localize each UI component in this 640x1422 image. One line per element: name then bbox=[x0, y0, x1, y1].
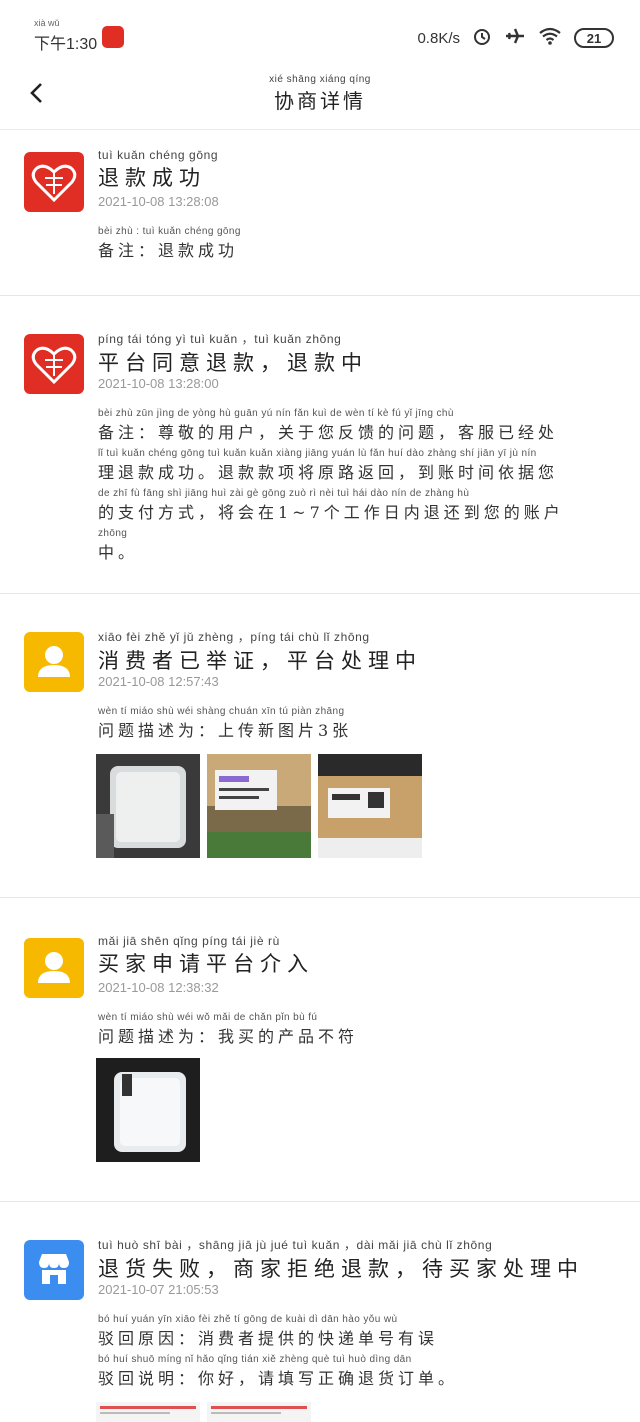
event-title-text: 买家申请平台介入 bbox=[98, 952, 314, 976]
note-text: 中。 bbox=[98, 543, 139, 562]
user-icon bbox=[24, 938, 84, 998]
description-pinyin: wèn tí miáo shù wéi wǒ mǎi de chǎn pǐn b… bbox=[98, 1012, 318, 1023]
note-pinyin: zhōng bbox=[98, 528, 128, 539]
event-time: 2021-10-08 13:28:00 bbox=[98, 376, 219, 391]
note-pinyin: bèi zhù : tuì kuǎn chéng gōng bbox=[98, 226, 241, 237]
evidence-image[interactable] bbox=[207, 1402, 311, 1422]
event-description: wèn tí miáo shù wéi shàng chuán xīn tú p… bbox=[98, 706, 606, 741]
evidence-image[interactable] bbox=[207, 754, 311, 858]
description-pinyin: wèn tí miáo shù wéi shàng chuán xīn tú p… bbox=[98, 706, 345, 717]
event-note-line: lǐ tuì kuǎn chéng gōng tuì kuǎn kuǎn xià… bbox=[98, 448, 606, 483]
event-time: 2021-10-08 13:28:08 bbox=[98, 194, 219, 209]
event-title-text: 消费者已举证，平台处理中 bbox=[98, 649, 422, 673]
event-note-line: de zhī fù fāng shì jiāng huì zài gè gōng… bbox=[98, 488, 606, 523]
store-icon bbox=[24, 1240, 84, 1300]
event-time: 2021-10-08 12:57:43 bbox=[98, 674, 219, 689]
rejection-explanation: bó huí shuō míng nǐ hǎo qǐng tián xiě zh… bbox=[98, 1354, 606, 1389]
note-text: 的支付方式，将会在1~7个工作日内退还到您的账户 bbox=[98, 503, 564, 522]
rejection-reason: bó huí yuán yīn xiāo fèi zhě tí gōng de … bbox=[98, 1314, 606, 1349]
timeline-event: tuì huò shī bài ，shāng jiā jù jué tuì ku… bbox=[0, 1202, 640, 1422]
description-text: 问题描述为：上传新图片3张 bbox=[98, 721, 353, 740]
timeline-event: xiāo fèi zhě yǐ jǔ zhèng ，píng tái chù l… bbox=[0, 594, 640, 898]
event-title: xiāo fèi zhě yǐ jǔ zhèng ，píng tái chù l… bbox=[98, 628, 422, 675]
event-title-pinyin: mǎi jiā shēn qǐng píng tái jiè rù bbox=[98, 934, 280, 948]
status-time-pinyin: xià wǔ bbox=[34, 18, 60, 28]
status-time: xià wǔ 下午1:30 bbox=[34, 18, 98, 53]
network-speed: 0.8K/s bbox=[417, 29, 460, 47]
evidence-image[interactable] bbox=[96, 754, 200, 858]
event-title-text: 退款成功 bbox=[98, 166, 206, 190]
page-title-pinyin: xié shāng xiáng qíng bbox=[269, 74, 371, 85]
event-description: wèn tí miáo shù wéi wǒ mǎi de chǎn pǐn b… bbox=[98, 1012, 606, 1047]
event-note: bèi zhù : tuì kuǎn chéng gōng 备注：退款成功 bbox=[98, 226, 606, 261]
page-title-text: 协商详情 bbox=[274, 89, 366, 113]
wifi-icon bbox=[538, 26, 562, 50]
battery-icon: 21 bbox=[574, 28, 614, 48]
event-title: mǎi jiā shēn qǐng píng tái jiè rù 买家申请平台… bbox=[98, 934, 314, 978]
rejection-explanation-text: 驳回说明：你好，请填写正确退货订单。 bbox=[98, 1369, 459, 1388]
event-title: tuì huò shī bài ，shāng jiā jù jué tuì ku… bbox=[98, 1236, 584, 1283]
app-icon bbox=[102, 26, 124, 48]
user-icon bbox=[24, 632, 84, 692]
rejection-explanation-pinyin: bó huí shuō míng nǐ hǎo qǐng tián xiě zh… bbox=[98, 1354, 412, 1365]
airplane-icon bbox=[504, 26, 526, 50]
note-pinyin: bèi zhù zūn jìng de yòng hù guān yú nín … bbox=[98, 408, 454, 419]
event-title-pinyin: tuì kuǎn chéng gōng bbox=[98, 148, 219, 162]
event-title-pinyin: xiāo fèi zhě yǐ jǔ zhèng ，píng tái chù l… bbox=[98, 630, 370, 644]
evidence-image[interactable] bbox=[96, 1402, 200, 1422]
event-title-text: 平台同意退款，退款中 bbox=[98, 351, 368, 375]
timeline-event: mǎi jiā shēn qǐng píng tái jiè rù 买家申请平台… bbox=[0, 898, 640, 1202]
pinduoduo-logo-icon bbox=[24, 334, 84, 394]
event-title-pinyin: tuì huò shī bài ，shāng jiā jù jué tuì ku… bbox=[98, 1238, 493, 1252]
event-time: 2021-10-07 21:05:53 bbox=[98, 1282, 219, 1297]
event-title-text: 退货失败，商家拒绝退款，待买家处理中 bbox=[98, 1257, 584, 1281]
timeline-event: tuì kuǎn chéng gōng 退款成功 2021-10-08 13:2… bbox=[0, 130, 640, 296]
event-time: 2021-10-08 12:38:32 bbox=[98, 980, 219, 995]
note-text: 备注：退款成功 bbox=[98, 241, 239, 260]
header: xié shāng xiáng qíng 协商详情 bbox=[0, 70, 640, 130]
description-text: 问题描述为：我买的产品不符 bbox=[98, 1027, 359, 1046]
event-title-pinyin: píng tái tóng yì tuì kuǎn ，tuì kuǎn zhōn… bbox=[98, 332, 342, 346]
evidence-image[interactable] bbox=[318, 754, 422, 858]
evidence-image[interactable] bbox=[96, 1058, 200, 1162]
event-title: píng tái tóng yì tuì kuǎn ，tuì kuǎn zhōn… bbox=[98, 330, 368, 377]
event-note-line: zhōng 中。 bbox=[98, 528, 606, 563]
rejection-reason-text: 驳回原因：消费者提供的快递单号有误 bbox=[98, 1329, 439, 1348]
note-pinyin: lǐ tuì kuǎn chéng gōng tuì kuǎn kuǎn xià… bbox=[98, 448, 537, 459]
pinduoduo-logo-icon bbox=[24, 152, 84, 212]
event-title: tuì kuǎn chéng gōng 退款成功 bbox=[98, 148, 218, 192]
alarm-icon bbox=[472, 26, 492, 50]
event-note-line: bèi zhù zūn jìng de yòng hù guān yú nín … bbox=[98, 408, 606, 443]
note-text: 理退款成功。退款款项将原路返回，到账时间依据您 bbox=[98, 463, 559, 482]
status-bar: xià wǔ 下午1:30 0.8K/s 21 bbox=[0, 0, 640, 70]
note-pinyin: de zhī fù fāng shì jiāng huì zài gè gōng… bbox=[98, 488, 470, 499]
timeline-event: píng tái tóng yì tuì kuǎn ，tuì kuǎn zhōn… bbox=[0, 296, 640, 594]
rejection-reason-pinyin: bó huí yuán yīn xiāo fèi zhě tí gōng de … bbox=[98, 1314, 398, 1325]
note-text: 备注：尊敬的用户，关于您反馈的问题，客服已经处 bbox=[98, 423, 559, 442]
page-title: xié shāng xiáng qíng 协商详情 bbox=[0, 74, 640, 114]
